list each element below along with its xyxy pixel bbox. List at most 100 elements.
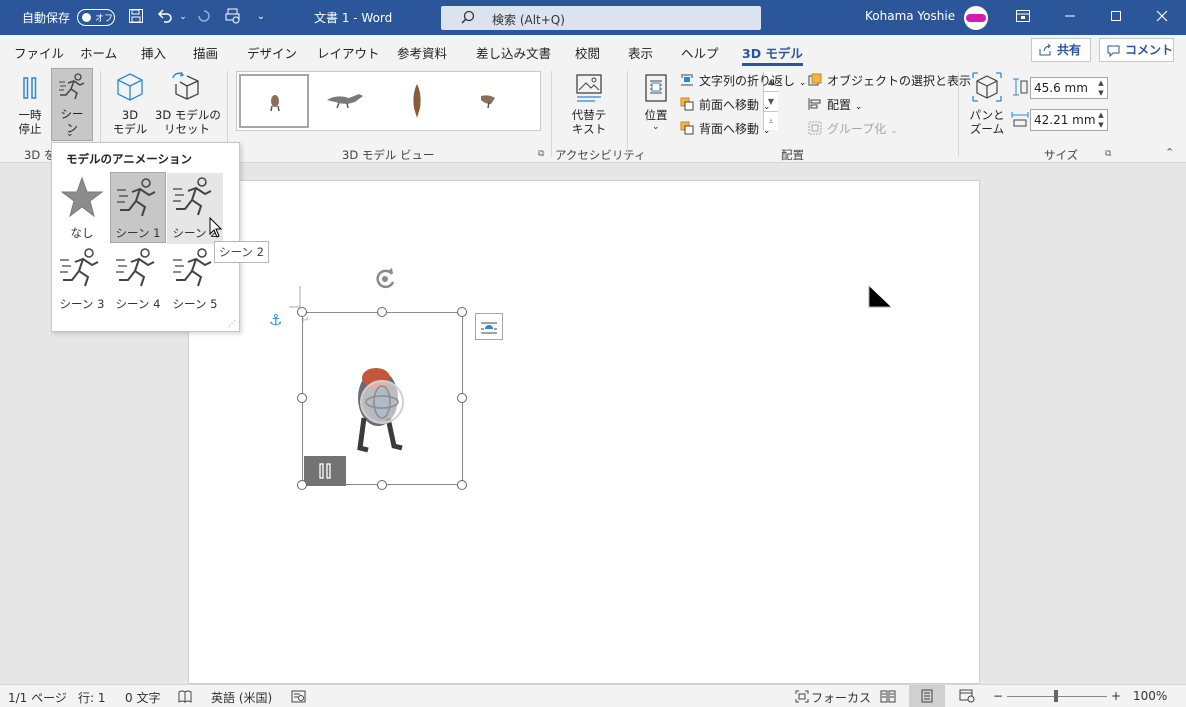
height-spinner[interactable]: ▲ ▼ (1095, 78, 1107, 98)
width-input[interactable]: 42.21 mm ▲ ▼ (1030, 109, 1108, 131)
group-label-arrange: 配置 (781, 148, 804, 162)
scene-1[interactable]: シーン 1 (110, 172, 166, 243)
send-backward-button[interactable]: 背面へ移動 ⌄ (680, 119, 770, 139)
title-bar: 自動保存 オフ ⌄ ⌄ 文書 1 - Word 検索 (Alt+Q) Koham… (0, 0, 1186, 35)
size-dialog-launcher-icon[interactable]: ⧉ (1105, 149, 1111, 159)
resize-handle[interactable] (457, 480, 467, 490)
pan-zoom-button[interactable]: パンと ズーム (966, 70, 1008, 140)
customize-toolbar-icon[interactable]: ⌄ (252, 8, 270, 26)
accessibility-check-icon[interactable] (291, 690, 306, 703)
collapse-ribbon-icon[interactable]: ⌃ (1165, 146, 1174, 159)
tab-file[interactable]: ファイル (14, 43, 64, 62)
tab-3d-model[interactable]: 3D モデル (742, 43, 803, 66)
tab-view[interactable]: 表示 (628, 43, 653, 62)
tab-draw[interactable]: 描画 (193, 43, 218, 62)
tab-layout[interactable]: レイアウト (317, 43, 380, 62)
print-layout-button[interactable] (909, 685, 945, 707)
undo-dropdown-icon[interactable]: ⌄ (174, 8, 192, 26)
zoom-out-button[interactable]: − (993, 689, 1003, 703)
animation-pause-button[interactable] (304, 456, 346, 486)
pause-icon (319, 463, 331, 479)
3d-rotate-handle-icon[interactable] (358, 378, 406, 426)
focus-mode[interactable]: フォーカス (811, 689, 871, 706)
gallery-view-angle[interactable] (455, 74, 525, 128)
proofing-icon[interactable] (178, 690, 192, 703)
resize-handle[interactable] (457, 307, 467, 317)
page-count[interactable]: 1/1 ページ (8, 689, 67, 706)
resize-handle[interactable] (377, 307, 387, 317)
tab-review[interactable]: 校閲 (575, 43, 600, 62)
avatar[interactable] (964, 6, 988, 30)
autosave-toggle[interactable]: オフ (77, 9, 115, 26)
search-box[interactable]: 検索 (Alt+Q) (441, 6, 761, 30)
reset-3d-model-button[interactable]: 3D モデルの リセット (155, 70, 221, 140)
line-number[interactable]: 行: 1 (78, 689, 106, 706)
comments-button[interactable]: コメント (1099, 38, 1174, 62)
alt-text-button[interactable]: 代替テ キスト (562, 70, 616, 140)
resize-handle[interactable] (297, 307, 307, 317)
pause-button[interactable]: 一時 停止 (10, 70, 50, 140)
share-button[interactable]: 共有 (1031, 38, 1091, 62)
tab-mailings[interactable]: 差し込み文書 (476, 43, 551, 62)
resize-handle[interactable] (297, 393, 307, 403)
scene-none[interactable]: なし (54, 173, 110, 244)
tab-references[interactable]: 参考資料 (397, 43, 447, 62)
tab-insert[interactable]: 挿入 (141, 43, 166, 62)
zoom-level[interactable]: 100% (1133, 689, 1167, 703)
selection-pane-button[interactable]: オブジェクトの選択と表示 (808, 71, 971, 91)
margin-mark (289, 286, 301, 308)
resize-grip-icon[interactable]: ⋰ (228, 319, 236, 328)
3d-view-gallery[interactable]: ▲ ▼ ⩡ (236, 71, 778, 131)
print-preview-icon[interactable] (224, 8, 242, 26)
resize-handle[interactable] (377, 480, 387, 490)
user-name[interactable]: Kohama Yoshie (865, 9, 955, 23)
reset-cube-icon (172, 72, 199, 100)
redo-icon[interactable] (195, 8, 213, 26)
rotate-handle-icon[interactable] (372, 266, 398, 292)
zoom-in-button[interactable]: + (1111, 689, 1121, 703)
pan-zoom-icon (972, 72, 1002, 102)
undo-icon[interactable] (156, 8, 174, 26)
3d-models-button[interactable]: 3D モデル (106, 70, 154, 140)
resize-handle[interactable] (297, 480, 307, 490)
ribbon-display-options-icon[interactable] (1013, 8, 1033, 28)
margin-mark (868, 286, 891, 308)
dialog-launcher-icon[interactable]: ⧉ (538, 149, 544, 159)
height-icon (1013, 78, 1028, 96)
chevron-down-icon: ⌄ (652, 122, 660, 132)
gallery-view-front[interactable] (239, 74, 309, 128)
width-spinner[interactable]: ▲ ▼ (1095, 110, 1107, 130)
status-bar: 1/1 ページ 行: 1 0 文字 英語 (米国) フォーカス − + 100% (0, 684, 1186, 707)
dropdown-header: モデルのアニメーション (66, 152, 193, 166)
scene-3[interactable]: シーン 3 (54, 244, 110, 315)
tab-design[interactable]: デザイン (247, 43, 297, 62)
group-button[interactable]: グループ化 ⌄ (808, 119, 898, 139)
word-count[interactable]: 0 文字 (125, 689, 160, 706)
bring-forward-button[interactable]: 前面へ移動 ⌄ (680, 95, 770, 115)
document-page[interactable]: ⚓ ↵ (188, 180, 980, 684)
gallery-view-side[interactable] (311, 74, 381, 128)
scene-4[interactable]: シーン 4 (110, 244, 166, 315)
layout-options-button[interactable] (475, 313, 503, 340)
position-button[interactable]: 位置 ⌄ (638, 70, 674, 140)
scenes-button[interactable]: シー ン ⌄ (51, 68, 93, 141)
maximize-icon[interactable] (1106, 8, 1126, 28)
3d-model-selection[interactable] (302, 312, 463, 486)
web-layout-icon[interactable] (959, 689, 975, 703)
wrap-text-button[interactable]: 文字列の折り返し ⌄ (680, 71, 806, 91)
anchor-icon[interactable]: ⚓ (269, 311, 282, 329)
resize-handle[interactable] (457, 393, 467, 403)
document-title: 文書 1 - Word (314, 11, 393, 25)
running-figure-icon (59, 73, 85, 100)
align-button[interactable]: 配置 ⌄ (808, 95, 862, 115)
save-icon[interactable] (127, 8, 145, 26)
zoom-slider-thumb[interactable] (1054, 690, 1058, 702)
gallery-view-top[interactable] (383, 74, 453, 128)
height-input[interactable]: 45.6 mm ▲ ▼ (1030, 77, 1108, 99)
language[interactable]: 英語 (米国) (211, 689, 272, 706)
tab-help[interactable]: ヘルプ (681, 43, 719, 62)
tab-home[interactable]: ホーム (80, 43, 117, 62)
minimize-icon[interactable] (1060, 8, 1080, 28)
close-icon[interactable] (1152, 8, 1172, 28)
read-mode-icon[interactable] (880, 689, 896, 703)
